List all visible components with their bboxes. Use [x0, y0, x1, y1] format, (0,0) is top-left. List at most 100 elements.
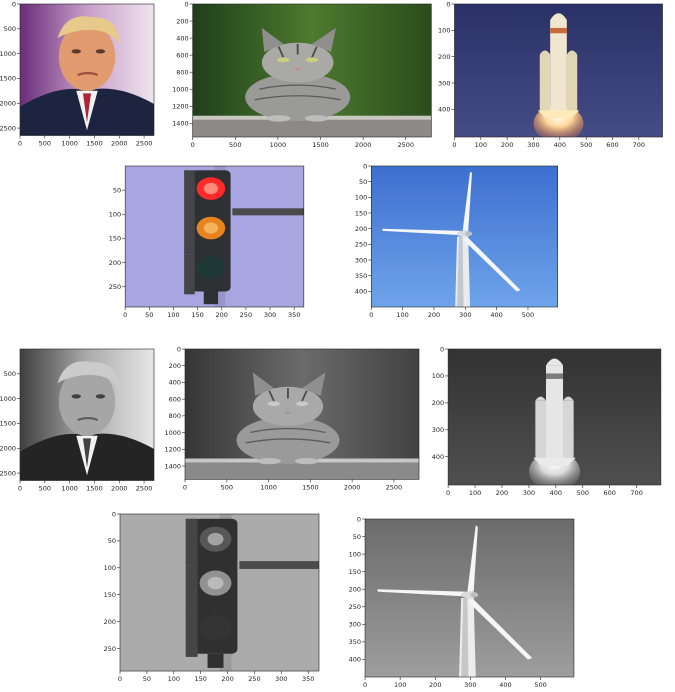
y-tick-label: 100 [432, 372, 444, 380]
x-tick-label: 1500 [312, 141, 329, 149]
x-tick-label: 150 [194, 675, 206, 683]
y-tick-label: 300 [438, 79, 450, 87]
x-tick-label: 700 [630, 489, 642, 497]
x-tick-label: 400 [490, 311, 502, 319]
x-tick-label: 300 [523, 489, 535, 497]
x-tick-label: 400 [554, 141, 566, 149]
subplot-wind-turbine-grayscale: 0 100 200 300 400 500 0 50 100 150 200 250 300 350 400 [345, 515, 580, 692]
y-tick-label: 300 [432, 426, 444, 434]
image [448, 349, 661, 485]
x-tick-label: 2500 [386, 483, 403, 491]
y-tick-label: 800 [176, 69, 188, 77]
x-tick-label: 100 [475, 141, 487, 149]
y-tick-label: 1000 [164, 429, 181, 437]
x-tick-label: 250 [248, 675, 260, 683]
y-tick-label: 1400 [172, 120, 189, 128]
y-tick-label: 1400 [164, 462, 181, 470]
x-tick-label: 350 [302, 675, 314, 683]
y-tick-label: 1000 [172, 86, 189, 94]
y-tick-label: 1500 [0, 75, 16, 83]
y-tick-label: 0 [12, 0, 16, 8]
axes: 0 500 1000 1500 2000 2500 0 200 400 600 800 1000 120… [172, 0, 432, 149]
subplot-wind-turbine-color: 0 100 200 300 400 500 0 50 100 150 200 250 300 350 400 [345, 162, 570, 322]
y-tick-label: 50 [113, 186, 121, 194]
subplot-traffic-light-grayscale: 0 50 100 150 200 250 300 350 0 50 100 150 200 250 [100, 510, 325, 692]
y-tick-label: 800 [169, 412, 181, 420]
x-tick-label: 0 [18, 140, 22, 148]
y-tick-label: 0 [440, 345, 444, 353]
y-tick-label: 250 [109, 283, 121, 291]
x-tick-label: 2000 [344, 483, 361, 491]
y-tick-label: 600 [169, 395, 181, 403]
subplot-portrait-grayscale: 0 500 1000 1500 2000 2500 500 1000 1500 2000 2500 [0, 345, 160, 500]
x-tick-label: 50 [145, 311, 153, 319]
y-tick-label: 0 [363, 162, 367, 170]
x-tick-label: 500 [522, 311, 534, 319]
y-tick-label: 400 [355, 288, 367, 296]
x-tick-label: 250 [240, 311, 252, 319]
x-tick-label: 300 [275, 675, 287, 683]
x-tick-label: 0 [18, 485, 22, 493]
x-tick-label: 100 [394, 681, 406, 689]
subplot-rocket-grayscale: 0 100 200 300 400 500 600 700 0 100 200 300 400 [420, 345, 675, 500]
y-tick-label: 1200 [172, 103, 189, 111]
x-tick-label: 150 [191, 311, 203, 319]
x-tick-label: 2500 [136, 485, 153, 493]
y-tick-label: 2000 [0, 445, 16, 453]
axes: 0 500 1000 1500 2000 2500 0 200 400 600 800 1000 120… [164, 345, 420, 491]
x-tick-label: 1500 [86, 140, 103, 148]
x-tick-label: 600 [606, 141, 618, 149]
y-tick-label: 400 [432, 453, 444, 461]
x-tick-label: 600 [603, 489, 615, 497]
subplot-traffic-light-color: 0 50 100 150 200 250 300 350 50 100 150 200 250 [100, 162, 315, 322]
x-tick-label: 0 [452, 141, 456, 149]
y-tick-label: 200 [104, 618, 116, 626]
axes: 0 50 100 150 200 250 300 350 0 50 100 150 200 250 [104, 510, 320, 683]
x-tick-label: 500 [580, 141, 592, 149]
axes: 0 100 200 300 400 500 0 50 100 150 200 250 300 350 400 [355, 162, 559, 319]
x-tick-label: 100 [396, 311, 408, 319]
image [192, 4, 432, 137]
y-tick-label: 100 [109, 211, 121, 219]
image [365, 519, 574, 677]
x-tick-label: 100 [168, 675, 180, 683]
x-tick-label: 100 [469, 489, 481, 497]
x-tick-label: 300 [264, 311, 276, 319]
x-tick-label: 200 [496, 489, 508, 497]
image [20, 4, 154, 136]
x-tick-label: 1500 [302, 483, 319, 491]
y-tick-label: 200 [349, 586, 361, 594]
x-tick-label: 0 [369, 311, 373, 319]
x-tick-label: 1500 [86, 485, 103, 493]
y-tick-label: 250 [104, 645, 116, 653]
x-tick-label: 0 [118, 675, 122, 683]
figure: { "chart_data": [ {"type": "image", "ima… [0, 0, 675, 692]
image [125, 166, 304, 307]
x-tick-label: 1000 [260, 483, 277, 491]
x-tick-label: 2500 [398, 141, 415, 149]
y-tick-label: 2000 [0, 100, 16, 108]
x-tick-label: 300 [527, 141, 539, 149]
axes: 0 500 1000 1500 2000 250005001000150020002500 [0, 0, 155, 148]
x-tick-label: 0 [183, 483, 187, 491]
y-tick-label: 0 [112, 510, 116, 518]
y-tick-label: 350 [349, 638, 361, 646]
x-tick-label: 200 [428, 311, 440, 319]
y-tick-label: 1200 [164, 446, 181, 454]
y-tick-label: 300 [349, 621, 361, 629]
image [371, 166, 558, 307]
y-tick-label: 100 [438, 27, 450, 35]
y-tick-label: 500 [4, 25, 16, 33]
y-tick-label: 200 [355, 225, 367, 233]
y-tick-label: 2500 [0, 124, 16, 132]
y-tick-label: 0 [446, 0, 450, 8]
x-tick-label: 200 [501, 141, 513, 149]
x-tick-label: 50 [143, 675, 151, 683]
x-tick-label: 2000 [111, 485, 128, 493]
x-tick-label: 200 [221, 675, 233, 683]
x-tick-label: 500 [39, 485, 51, 493]
image [185, 349, 419, 480]
y-tick-label: 200 [176, 17, 188, 25]
y-tick-label: 150 [349, 568, 361, 576]
y-tick-label: 1000 [0, 395, 16, 403]
